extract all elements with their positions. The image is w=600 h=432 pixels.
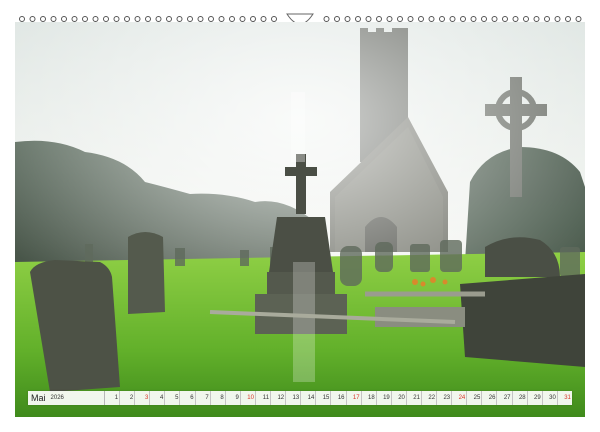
day-cell: 31 (564, 395, 571, 401)
day-cell: 15 (316, 391, 332, 405)
month-year-label: Mai 2026 (28, 391, 105, 405)
day-cell: 17 (347, 391, 362, 405)
day-cell: 3 (135, 391, 151, 405)
day-cell: 1 (105, 391, 121, 405)
day-cell: 19 (377, 391, 392, 405)
binding-hole-icon (470, 16, 477, 22)
day-cell: 24 (452, 391, 468, 405)
hanger-notch-icon (286, 13, 314, 22)
binding-rings-icon (19, 13, 582, 22)
binding-hole-icon (61, 16, 67, 22)
binding-hole-icon (103, 16, 109, 22)
binding-hole-icon (187, 16, 193, 22)
binding-hole-icon (113, 16, 120, 22)
month-name: Mai (31, 393, 46, 403)
binding-hole-icon (449, 16, 456, 22)
day-cell: 9 (226, 391, 241, 405)
binding-hole-icon (460, 16, 466, 22)
binding-hole-icon (197, 16, 204, 22)
binding-hole-icon (523, 16, 529, 22)
binding-hole-icon (512, 16, 519, 22)
binding-hole-icon (502, 16, 508, 22)
day-cell: 16 (331, 391, 347, 405)
binding-hole-icon (176, 16, 183, 22)
day-cell: 23 (437, 391, 453, 405)
day-cell: 8 (211, 391, 226, 405)
day-cells: 1 2 3 4 5 6 7 8 9 10 11 12 13 14 15 16 17 18 19 20 21 22 23 24 2… (105, 391, 572, 405)
day-cell: 12 (271, 391, 287, 405)
day-cell: 26 (482, 391, 498, 405)
binding-hole-icon (397, 16, 403, 22)
binding-hole-icon (428, 16, 435, 22)
day-cell: 11 (256, 391, 272, 405)
binding-hole-icon (439, 16, 445, 22)
day-cell: 20 (392, 391, 407, 405)
day-cell: 22 (422, 391, 438, 405)
binding-hole-icon (491, 16, 498, 22)
year-number: 2026 (50, 395, 64, 401)
day-cell: 30 (543, 391, 558, 405)
binding-hole-icon (124, 16, 130, 22)
binding-hole-icon (218, 16, 225, 22)
day-cell: 27 (497, 391, 513, 405)
day-cell: 13 (286, 391, 302, 405)
binding-hole-icon (166, 16, 172, 22)
binding-hole-icon (344, 16, 351, 22)
day-cell: 14 (301, 391, 317, 405)
day-cell: 29 (528, 391, 543, 405)
binding-hole-icon (260, 16, 267, 22)
day-cell: 5 (165, 391, 181, 405)
day-cell: 28 (513, 391, 528, 405)
binding-hole-icon (355, 16, 361, 22)
spiral-binding (0, 0, 600, 22)
binding-hole-icon (376, 16, 382, 22)
binding-hole-icon (134, 16, 141, 22)
binding-hole-icon (71, 16, 78, 22)
binding-hole-icon (239, 16, 246, 22)
binding-hole-icon (92, 16, 99, 22)
binding-hole-icon (565, 16, 571, 22)
binding-hole-icon (19, 16, 25, 22)
binding-hole-icon (481, 16, 487, 22)
binding-hole-icon (407, 16, 414, 22)
day-cell: 18 (362, 391, 377, 405)
calendar-photo (15, 22, 585, 417)
binding-hole-icon (250, 16, 256, 22)
day-cell: 21 (407, 391, 422, 405)
day-cell: 10 (241, 391, 256, 405)
binding-hole-icon (365, 16, 372, 22)
day-cell: 2 (120, 391, 136, 405)
day-cell: 6 (180, 391, 196, 405)
binding-hole-icon (155, 16, 162, 22)
binding-hole-icon (229, 16, 235, 22)
binding-hole-icon (208, 16, 214, 22)
binding-hole-icon (29, 16, 36, 22)
binding-hole-icon (271, 16, 277, 22)
binding-hole-icon (334, 16, 340, 22)
binding-hole-icon (533, 16, 540, 22)
binding-hole-icon (544, 16, 550, 22)
day-cell: 25 (467, 391, 483, 405)
day-cell: 7 (196, 391, 211, 405)
cemetery-photo-icon (15, 22, 585, 417)
binding-hole-icon (554, 16, 561, 22)
binding-hole-icon (82, 16, 88, 22)
binding-hole-icon (40, 16, 46, 22)
binding-hole-icon (323, 16, 330, 22)
calendar-strip: Mai 2026 1 2 3 4 5 6 7 8 9 10 11 12 13 14 15 16 17 18 19 20… (28, 391, 572, 405)
binding-hole-icon (418, 16, 424, 22)
binding-hole-icon (386, 16, 393, 22)
binding-hole-icon (575, 16, 582, 22)
binding-hole-icon (145, 16, 151, 22)
binding-hole-icon (50, 16, 57, 22)
day-cell: 4 (150, 391, 166, 405)
